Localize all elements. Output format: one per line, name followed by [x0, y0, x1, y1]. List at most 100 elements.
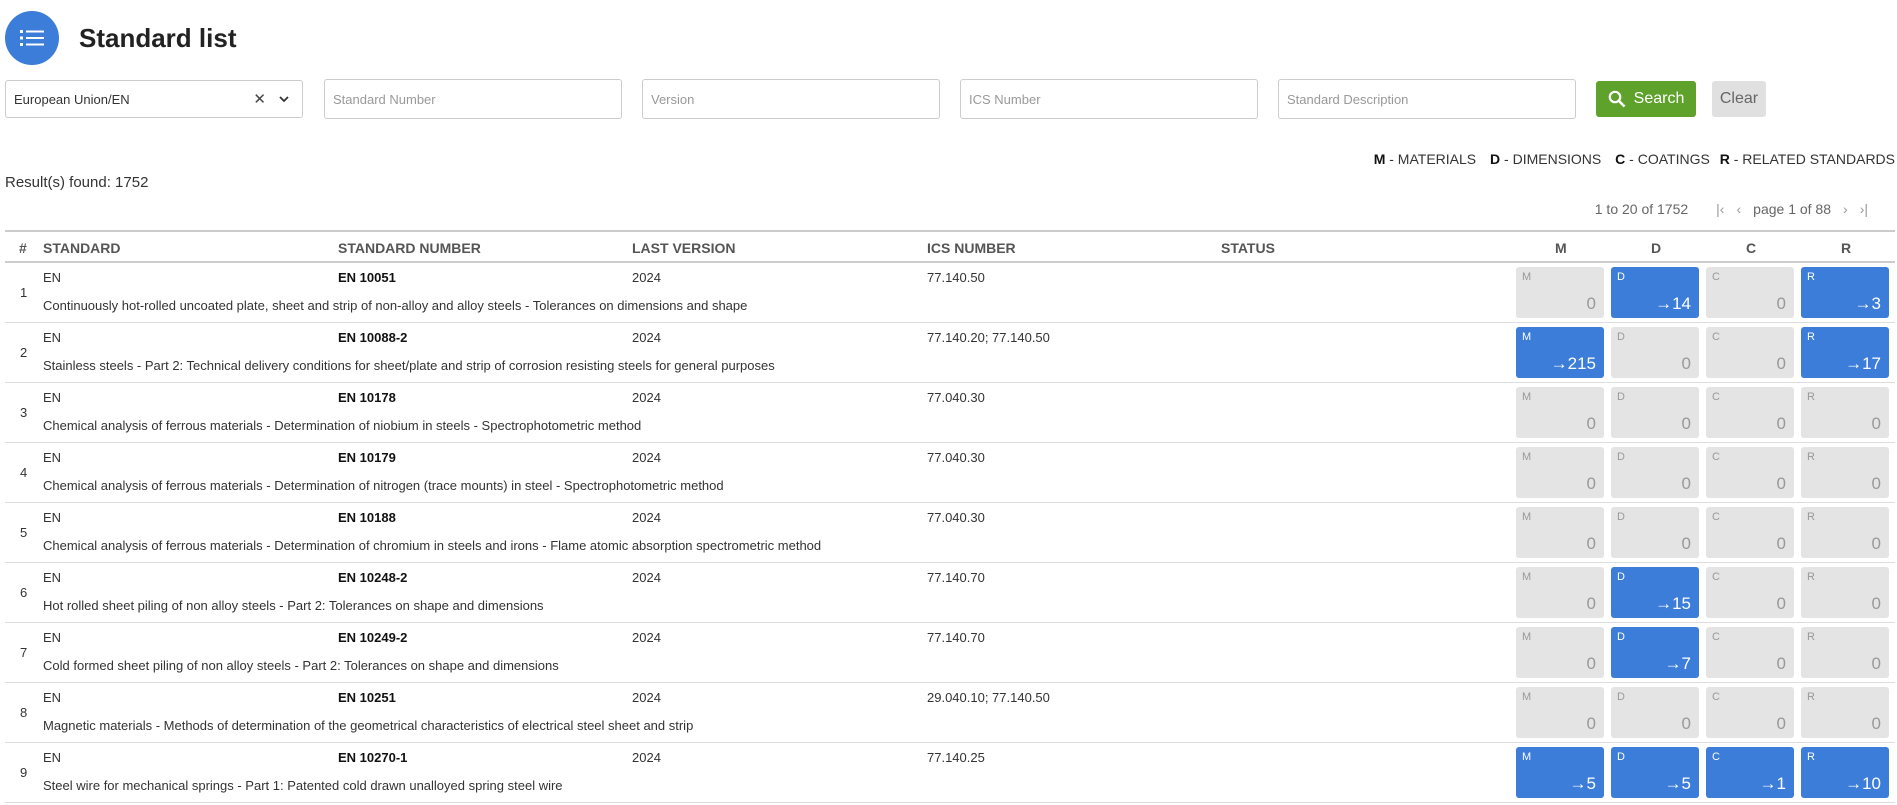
d-count-box[interactable]: D →7 [1611, 627, 1699, 678]
standard-cell: EN [43, 510, 62, 525]
m-count-box[interactable]: M →215 [1516, 327, 1604, 378]
m-box-label: M [1522, 511, 1532, 523]
clear-select-icon[interactable]: ✕ [253, 90, 266, 108]
row-number: 7 [20, 645, 28, 660]
standard-number-input[interactable]: Standard Number [324, 79, 622, 119]
clear-button[interactable]: Clear [1712, 81, 1766, 117]
ics-number-cell: 77.140.50 [927, 270, 985, 285]
search-button[interactable]: Search [1596, 81, 1696, 117]
c-box-value: 0 [1776, 474, 1786, 493]
last-version-cell: 2024 [632, 330, 661, 345]
col-standard-number[interactable]: STANDARD NUMBER [338, 240, 481, 256]
prev-page-icon[interactable]: ‹ [1736, 201, 1741, 217]
last-version-cell: 2024 [632, 690, 661, 705]
table-row[interactable]: 5 EN Chemical analysis of ferrous material… [5, 503, 1895, 563]
first-page-icon[interactable]: |‹ [1716, 201, 1724, 217]
last-page-icon[interactable]: ›| [1860, 201, 1868, 217]
col-last-version[interactable]: LAST VERSION [632, 240, 735, 256]
r-count-box: R0 [1801, 627, 1889, 678]
c-box-label: C [1712, 271, 1720, 283]
table-row[interactable]: 4 EN Chemical analysis of ferrous material… [5, 443, 1895, 503]
c-box-label: C [1712, 631, 1720, 643]
r-box-label: R [1807, 571, 1815, 583]
d-count-box: D0 [1611, 507, 1699, 558]
table-row[interactable]: 1 EN Continuously hot-rolled uncoated plat… [5, 263, 1895, 323]
r-box-value: →17 [1845, 354, 1881, 373]
standard-cell: EN [43, 690, 62, 705]
standard-number-cell[interactable]: EN 10178 [338, 390, 396, 405]
next-page-icon[interactable]: › [1843, 201, 1848, 217]
table-row[interactable]: 7 EN Cold formed sheet piling of non alloy… [5, 623, 1895, 683]
standard-number-cell[interactable]: EN 10051 [338, 270, 396, 285]
standard-number-cell[interactable]: EN 10249-2 [338, 630, 407, 645]
d-box-value: →7 [1664, 654, 1691, 673]
c-count-box: C0 [1706, 507, 1794, 558]
d-count-box[interactable]: D →14 [1611, 267, 1699, 318]
r-box-label: R [1807, 391, 1815, 403]
col-num: # [19, 240, 27, 256]
standard-description-input[interactable]: Standard Description [1278, 79, 1576, 119]
c-count-box[interactable]: C →1 [1706, 747, 1794, 798]
page-title: Standard list [79, 22, 237, 53]
r-count-box[interactable]: R →17 [1801, 327, 1889, 378]
m-count-box[interactable]: M →5 [1516, 747, 1604, 798]
standard-number-cell[interactable]: EN 10251 [338, 690, 396, 705]
d-count-box: D0 [1611, 687, 1699, 738]
c-box-value: 0 [1776, 414, 1786, 433]
d-count-box[interactable]: D →15 [1611, 567, 1699, 618]
region-select[interactable]: European Union/EN ✕ [5, 80, 303, 118]
r-box-value: →10 [1845, 774, 1881, 793]
m-box-value: 0 [1586, 294, 1596, 313]
menu-button[interactable] [5, 11, 59, 65]
m-box-label: M [1522, 691, 1532, 703]
c-box-value: 0 [1776, 534, 1786, 553]
version-input[interactable]: Version [642, 79, 940, 119]
m-box-value: 0 [1586, 594, 1596, 613]
list-icon [20, 30, 44, 46]
standard-number-cell[interactable]: EN 10088-2 [338, 330, 407, 345]
standard-number-cell[interactable]: EN 10188 [338, 510, 396, 525]
d-box-label: D [1617, 451, 1625, 463]
c-count-box: C0 [1706, 327, 1794, 378]
pagination-range: 1 to 20 of 1752 [1594, 201, 1689, 217]
table-row[interactable]: 2 EN Stainless steels - Part 2: Technical … [5, 323, 1895, 383]
table-row[interactable]: 8 EN Magnetic materials - Methods of deter… [5, 683, 1895, 743]
m-box-label: M [1522, 391, 1532, 403]
r-count-box: R0 [1801, 447, 1889, 498]
col-c: C [1746, 240, 1757, 256]
table-row[interactable]: 9 EN Steel wire for mechanical springs - P… [5, 743, 1895, 803]
m-box-value: 0 [1586, 654, 1596, 673]
m-count-box: M0 [1516, 447, 1604, 498]
c-box-value: →1 [1759, 774, 1786, 793]
r-box-label: R [1807, 331, 1815, 343]
r-count-box[interactable]: R →10 [1801, 747, 1889, 798]
chevron-down-icon[interactable] [278, 93, 290, 105]
col-status[interactable]: STATUS [1221, 240, 1275, 256]
table-row[interactable]: 6 EN Hot rolled sheet piling of non alloy … [5, 563, 1895, 623]
row-number: 1 [20, 285, 28, 300]
r-count-box[interactable]: R →3 [1801, 267, 1889, 318]
m-box-value: →215 [1550, 354, 1596, 373]
standard-number-cell[interactable]: EN 10270-1 [338, 750, 407, 765]
d-box-value: →14 [1655, 294, 1691, 313]
d-count-box[interactable]: D →5 [1611, 747, 1699, 798]
col-ics-number[interactable]: ICS NUMBER [927, 240, 1016, 256]
d-box-value: →5 [1664, 774, 1691, 793]
page-indicator: page 1 of 88 [1753, 201, 1832, 217]
row-number: 5 [20, 525, 28, 540]
r-box-value: 0 [1871, 534, 1881, 553]
c-count-box: C0 [1706, 387, 1794, 438]
ics-number-cell: 77.040.30 [927, 390, 985, 405]
table-row[interactable]: 3 EN Chemical analysis of ferrous material… [5, 383, 1895, 443]
standard-number-cell[interactable]: EN 10179 [338, 450, 396, 465]
c-box-label: C [1712, 751, 1720, 763]
standard-number-cell[interactable]: EN 10248-2 [338, 570, 407, 585]
m-box-label: M [1522, 631, 1532, 643]
row-number: 9 [20, 765, 28, 780]
r-count-box: R0 [1801, 387, 1889, 438]
col-standard[interactable]: STANDARD [43, 240, 121, 256]
ics-number-input[interactable]: ICS Number [960, 79, 1258, 119]
d-box-value: →15 [1655, 594, 1691, 613]
m-count-box: M0 [1516, 267, 1604, 318]
r-box-label: R [1807, 451, 1815, 463]
